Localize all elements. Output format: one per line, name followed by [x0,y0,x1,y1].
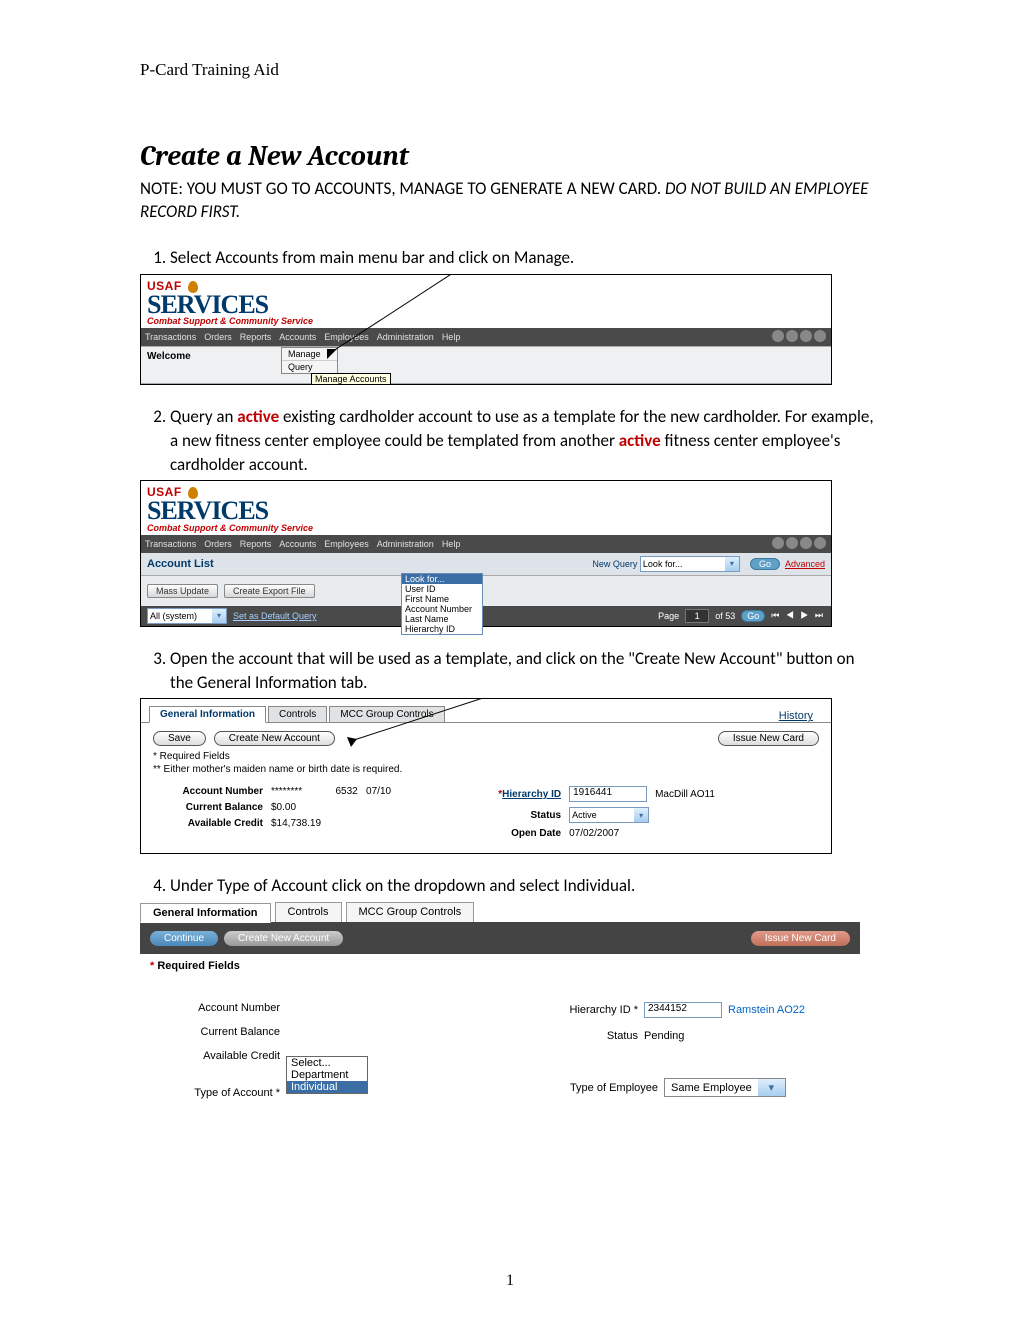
status-select[interactable]: ▾ [569,807,649,823]
advanced-link[interactable]: Advanced [785,559,825,569]
page-go-button[interactable]: Go [741,610,765,622]
chevron-down-icon[interactable]: ▾ [725,557,739,571]
menu-accounts[interactable]: Accounts [279,332,316,342]
chevron-down-icon[interactable]: ▾ [634,808,648,822]
brand-tagline: Combat Support & Community Service [147,316,825,326]
accounts-dropdown[interactable]: Manage Query [281,347,338,374]
hierarchy-id-field[interactable]: 1916441 [569,786,647,802]
account-list-title: Account List [147,558,214,570]
menu-orders[interactable]: Orders [204,332,232,342]
toolbar-icons[interactable] [771,330,827,344]
create-new-account-button-2[interactable]: Create New Account [224,931,343,946]
brand-services: SERVICES [147,293,825,316]
step-2: Query an active existing cardholder acco… [170,405,880,476]
tab-general-info[interactable]: General Information [149,706,266,723]
mass-update-button[interactable]: Mass Update [147,584,218,598]
menu-help[interactable]: Help [442,332,461,342]
history-link[interactable]: History [779,710,813,722]
menu-reports[interactable]: Reports [240,332,272,342]
menu-manage[interactable]: Manage [282,348,337,361]
note-text: NOTE: YOU MUST GO TO ACCOUNTS, MANAGE TO… [140,178,880,224]
tooltip: Manage Accounts [311,373,391,385]
chevron-down-icon[interactable]: ▾ [758,1079,785,1096]
type-of-account-dropdown[interactable]: Select... Department Individual [286,1056,368,1094]
lookfor-dropdown[interactable]: Look for... User ID First Name Account N… [401,573,483,635]
create-new-account-button[interactable]: Create New Account [214,731,335,746]
page-input[interactable] [685,609,709,623]
screenshot-3: General Information Controls MCC Group C… [140,698,832,854]
screenshot-2: USAF SERVICES Combat Support & Community… [140,480,832,626]
hierarchy-id-link[interactable]: Hierarchy ID [502,789,561,800]
screenshot-1: USAF SERVICES Combat Support & Community… [140,274,832,385]
query-select[interactable]: ▾ [147,608,227,624]
save-button[interactable]: Save [153,731,206,746]
step-4: Under Type of Account click on the dropd… [170,874,880,898]
issue-new-card-button[interactable]: Issue New Card [718,731,819,746]
go-button[interactable]: Go [750,558,780,570]
tab4-general-info[interactable]: General Information [140,903,271,923]
type-of-employee-select[interactable]: Same Employee ▾ [664,1078,786,1097]
screenshot-4: General Information Controls MCC Group C… [140,902,860,1138]
menu-query[interactable]: Query [282,361,337,373]
pager-icons[interactable]: ⏮ ◀ ▶ ⏭ [771,610,825,621]
document-header: P-Card Training Aid [140,60,880,80]
issue-new-card-button-2[interactable]: Issue New Card [751,931,850,946]
welcome-label: Welcome [147,351,191,362]
page-title: Create a New Account [140,140,880,172]
lookfor-select[interactable]: ▾ [640,556,740,572]
create-export-button[interactable]: Create Export File [224,584,315,598]
menu-administration[interactable]: Administration [377,332,434,342]
main-menu[interactable]: Transactions Orders Reports Accounts Emp… [141,328,831,346]
step-3: Open the account that will be used as a … [170,647,880,695]
step-1: Select Accounts from main menu bar and c… [170,246,880,270]
tab4-mcc-group[interactable]: MCC Group Controls [346,902,475,922]
page-number: 1 [0,1272,1020,1290]
main-menu-2[interactable]: Transactions Orders Reports Accounts Emp… [141,535,831,553]
lookfor-input[interactable] [641,559,725,569]
continue-button[interactable]: Continue [150,931,218,946]
set-default-link[interactable]: Set as Default Query [233,611,317,621]
option-individual[interactable]: Individual [287,1081,367,1093]
new-query-label: New Query [592,559,637,569]
hierarchy-id-field-2[interactable]: 2344152 [644,1002,722,1018]
menu-employees[interactable]: Employees [324,332,369,342]
chevron-down-icon[interactable]: ▾ [212,609,226,623]
tab-controls[interactable]: Controls [268,706,327,722]
tab4-controls[interactable]: Controls [275,902,342,922]
tab-mcc-group[interactable]: MCC Group Controls [329,706,444,722]
menu-transactions[interactable]: Transactions [145,332,196,342]
